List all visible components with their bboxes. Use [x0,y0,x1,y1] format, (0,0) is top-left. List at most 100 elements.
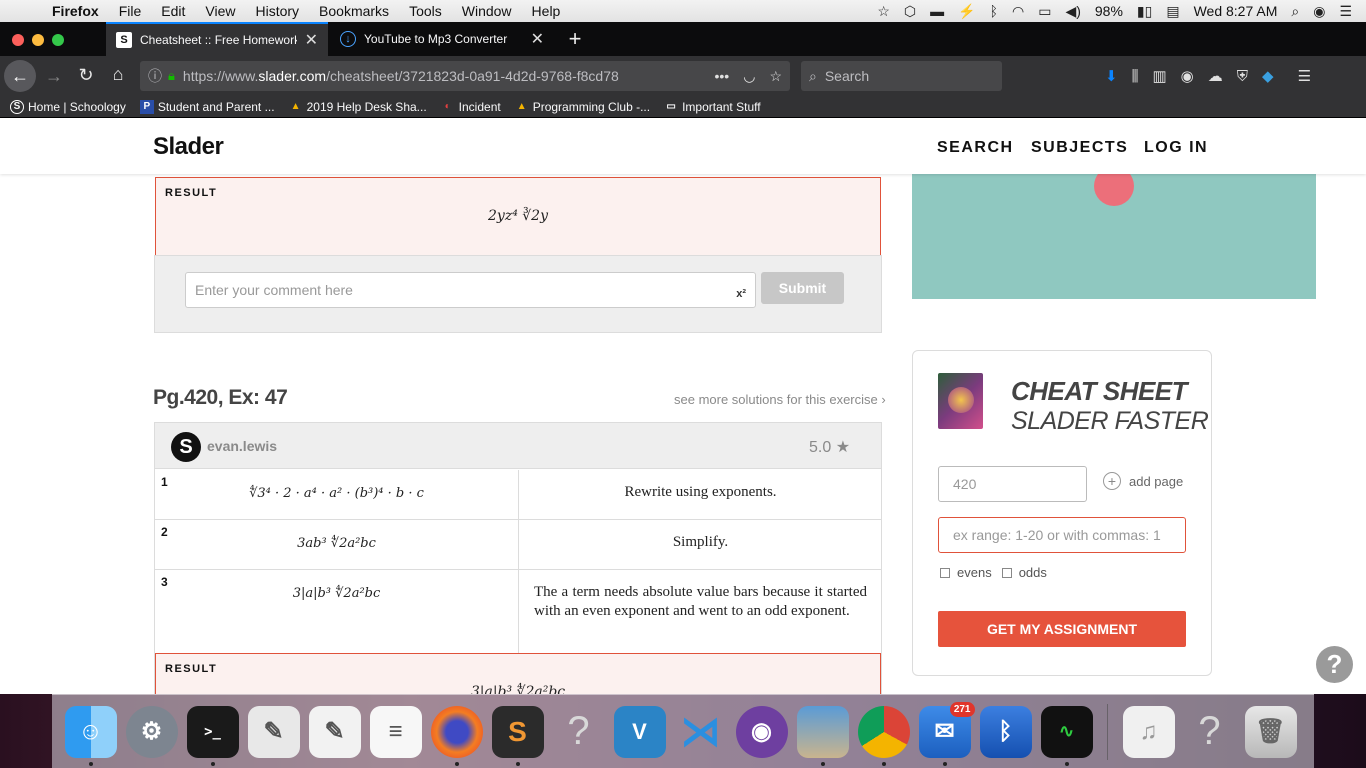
see-more-link[interactable]: see more solutions for this exercise › [674,392,886,407]
firefox-icon[interactable] [430,705,483,766]
sublime-text-icon[interactable]: S [491,705,544,766]
menubar-clock[interactable]: Wed 8:27 AM [1194,3,1278,19]
bookmark-star-icon[interactable]: ☆ [769,68,782,85]
vscode-icon[interactable]: ⋊ [675,706,727,758]
github-desktop-icon[interactable]: ◉ [735,705,788,758]
cube-icon[interactable]: ⬡ [904,3,916,20]
menu-bookmarks[interactable]: Bookmarks [309,3,399,19]
bookmark-folder-important[interactable]: ▭ Important Stuff [664,100,760,114]
window-close-button[interactable] [12,34,24,46]
bluetooth-app-icon[interactable]: ᛒ [979,705,1032,758]
menu-edit[interactable]: Edit [151,3,195,19]
flag-icon[interactable]: ▤ [1166,3,1179,20]
back-button[interactable]: ← [4,60,36,92]
forward-button[interactable]: → [38,66,70,87]
menu-file[interactable]: File [109,3,152,19]
notification-center-icon[interactable]: ☰ [1339,3,1352,20]
bookmark-help-desk[interactable]: ▲ 2019 Help Desk Sha... [289,100,427,114]
bookmark-label: Programming Club -... [532,99,651,114]
library-icon[interactable]: ⫼ [1132,68,1139,85]
reload-button[interactable]: ↻ [70,65,102,86]
odds-checkbox[interactable] [1001,567,1012,578]
activity-monitor-icon[interactable]: ∿ [1040,705,1093,766]
menu-tools[interactable]: Tools [399,3,452,19]
bluetooth-icon[interactable]: ᛒ [990,3,998,19]
wifi-icon[interactable]: ◠ [1012,3,1024,20]
new-tab-button[interactable]: + [560,24,590,54]
avatar[interactable]: S [171,432,201,462]
submit-button[interactable]: Submit [761,272,844,304]
music-folder-icon[interactable]: ♫ [1122,705,1175,758]
extension-icon[interactable]: ☁ [1208,67,1223,85]
add-page-button[interactable]: + add page [1103,472,1183,490]
notes-icon[interactable]: ≡ [369,705,422,758]
download-icon[interactable]: ⬇ [1105,67,1118,85]
slader-logo[interactable]: Slader [153,133,224,161]
url-bar[interactable]: ⓘ 🔒︎ https://www. slader.com/cheatsheet/3… [140,61,790,91]
vpn-icon[interactable]: ⚡ [958,3,975,20]
superscript-button[interactable]: x² [736,277,746,311]
terminal-icon[interactable]: >_ [186,705,239,766]
siri-icon[interactable]: ◉ [1313,3,1325,20]
unknown-app-icon[interactable]: ? [553,706,605,758]
ad-banner[interactable] [912,166,1316,299]
nav-subjects[interactable]: SUBJECTS [1031,139,1128,157]
finder-icon[interactable]: ☺ [64,705,117,766]
menu-history[interactable]: History [245,3,309,19]
info-icon[interactable]: ⓘ [148,66,162,86]
menu-help[interactable]: Help [522,3,571,19]
volume-icon[interactable]: ◀) [1065,3,1080,20]
window-zoom-button[interactable] [52,34,64,46]
page-actions-icon[interactable]: ••• [715,68,730,85]
incident-icon: ◐ [444,101,451,112]
textedit-icon[interactable]: ✎ [308,705,361,758]
lock-icon[interactable]: 🔒︎ [168,68,175,84]
account-icon[interactable]: ◉ [1181,67,1194,85]
comment-input[interactable]: Enter your comment here x² [185,272,756,308]
bookmark-incident[interactable]: ◐ Incident [441,100,501,114]
sidebar-icon[interactable]: ▥ [1152,67,1166,85]
exercise-range-input[interactable]: ex range: 1-20 or with commas: 1 [938,517,1186,553]
home-button[interactable]: ⌂ [102,64,134,85]
page-number-input[interactable]: 420 [938,466,1087,502]
author-name[interactable]: evan.lewis [207,438,277,454]
vnc-viewer-icon[interactable]: V [613,705,666,758]
trash-icon[interactable]: 🗑︎ [1244,705,1297,758]
system-preferences-icon[interactable]: ⚙ [125,705,178,758]
tab-cheatsheet[interactable]: S Cheatsheet :: Free Homework H ✕ [106,22,328,56]
drive-icon[interactable]: ▬ [930,3,944,19]
spotlight-icon[interactable]: ⌕ [1291,3,1299,20]
menu-window[interactable]: Window [452,3,522,19]
running-indicator [88,761,93,766]
close-icon[interactable]: ✕ [531,29,544,49]
comment-area: Enter your comment here x² Submit [154,255,882,333]
menu-icon[interactable]: ☰ [1298,67,1311,85]
extension-blue-icon[interactable]: ◆ [1262,67,1274,85]
nav-search[interactable]: SEARCH [937,139,1014,157]
result-box: RESULT 2yz⁴ ∛2y [155,177,881,256]
menu-view[interactable]: View [195,3,245,19]
script-editor-icon[interactable]: ✎ [247,705,300,758]
star-icon[interactable]: ☆ [877,3,890,20]
close-icon[interactable]: ✕ [305,30,318,50]
menu-app-name[interactable]: Firefox [40,3,109,19]
evens-checkbox[interactable] [940,567,950,578]
battery-icon[interactable]: ▮▯ [1137,3,1152,20]
pocket-icon[interactable]: ◡ [743,68,755,85]
nav-login[interactable]: LOG IN [1144,139,1208,157]
bookmark-schoology[interactable]: S Home | Schoology [10,99,126,114]
search-input[interactable]: ⌕ Search [801,61,1002,91]
bookmark-student-parent[interactable]: P Student and Parent ... [139,99,275,114]
get-assignment-button[interactable]: GET MY ASSIGNMENT [938,611,1186,647]
ublock-icon[interactable]: ⛨ [1237,68,1248,85]
result-label: RESULT [165,663,218,675]
airplay-icon[interactable]: ▭ [1038,3,1051,20]
bookmark-programming-club[interactable]: ▲ Programming Club -... [515,100,650,114]
unknown-document-icon[interactable]: ? [1184,706,1236,758]
window-minimize-button[interactable] [32,34,44,46]
tab-youtube-mp3[interactable]: ↓ YouTube to Mp3 Converter ✕ [330,22,554,56]
preview-icon[interactable] [796,705,849,766]
chrome-icon[interactable] [857,705,910,766]
airmail-icon[interactable]: ✉ 271 [918,701,975,766]
help-button[interactable]: ? [1316,646,1353,683]
